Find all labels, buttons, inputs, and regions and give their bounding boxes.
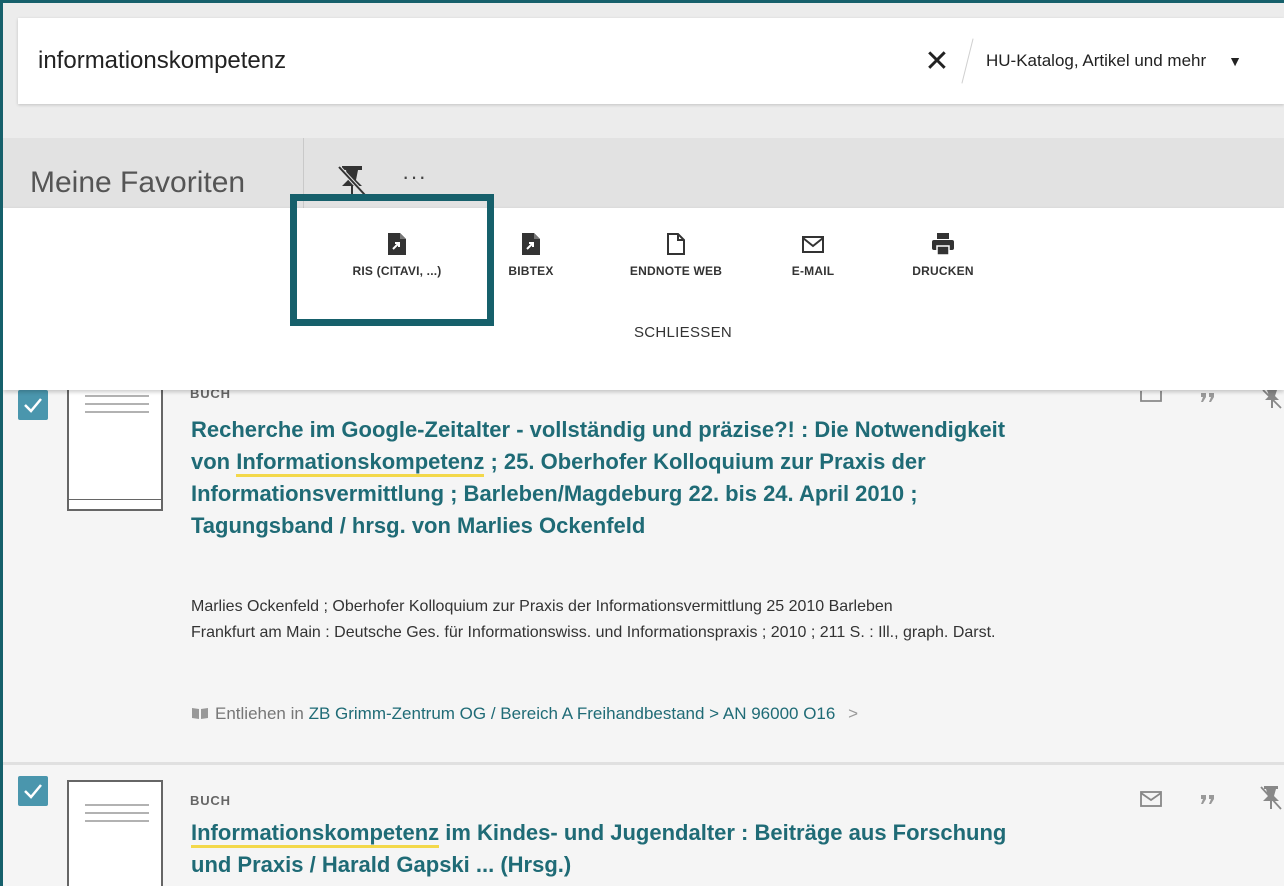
result-checkbox[interactable] — [18, 776, 48, 806]
file-export-icon — [522, 233, 540, 255]
availability-link[interactable]: Entliehen in ZB Grimm-Zentrum OG / Berei… — [191, 704, 858, 724]
unpin-icon — [1262, 389, 1282, 409]
export-email-label: E-MAIL — [791, 264, 835, 278]
search-term-highlight: Informationskompetenz — [191, 820, 440, 848]
cite-result-button[interactable] — [1199, 390, 1217, 408]
checkmark-icon — [24, 784, 42, 799]
unpin-icon — [1260, 786, 1282, 810]
unpin-result-button[interactable] — [1259, 785, 1283, 816]
printer-icon — [932, 233, 954, 256]
clear-search-button[interactable]: ✕ — [915, 39, 959, 83]
email-result-button[interactable] — [1139, 390, 1163, 408]
result-publication: Frankfurt am Main : Deutsche Ges. für In… — [191, 624, 996, 641]
more-dots-icon[interactable]: ··· — [402, 164, 427, 190]
cite-result-button[interactable] — [1199, 793, 1217, 811]
book-open-icon — [192, 708, 208, 719]
page-title: Meine Favoriten — [30, 166, 246, 199]
search-bar: ✕ HU-Katalog, Artikel und mehr ▼ — [18, 18, 1284, 104]
export-email-button[interactable]: E-MAIL — [773, 232, 853, 278]
export-endnote-label: ENDNOTE WEB — [629, 264, 723, 278]
quote-icon — [1201, 795, 1214, 804]
unpin-icon[interactable] — [336, 164, 368, 198]
export-bibtex-button[interactable]: BIBTEX — [491, 232, 571, 278]
print-button[interactable]: DRUCKEN — [898, 232, 988, 278]
search-input[interactable] — [18, 18, 915, 104]
document-icon — [667, 233, 685, 255]
result-type-label: BUCH — [190, 793, 231, 808]
header-divider — [303, 138, 304, 208]
result-item: BUCH Informationskompetenz im Kindes- un… — [3, 765, 1284, 886]
book-icon — [67, 371, 163, 511]
search-divider — [961, 38, 974, 84]
export-ris-button[interactable]: RIS (CITAVI, ...) — [325, 232, 469, 278]
email-result-button[interactable] — [1139, 789, 1163, 814]
print-label: DRUCKEN — [912, 264, 974, 278]
book-icon — [67, 780, 163, 886]
favorites-header: Meine Favoriten ··· — [3, 138, 1284, 208]
result-item: BUCH Recherche im Google-Zeitalter - vol… — [3, 371, 1284, 762]
availability-location: ZB Grimm-Zentrum OG / Bereich A Freihand… — [308, 704, 836, 723]
result-checkbox[interactable] — [18, 390, 48, 420]
close-panel-button[interactable]: SCHLIESSEN — [603, 324, 763, 341]
envelope-icon — [1140, 791, 1162, 807]
availability-prefix: Entliehen in — [215, 704, 309, 723]
result-authors: Marlies Ockenfeld ; Oberhofer Kolloquium… — [191, 598, 893, 615]
search-term-highlight: Informationskompetenz — [236, 449, 485, 477]
result-title-link[interactable]: Recherche im Google-Zeitalter - vollstän… — [191, 414, 1021, 542]
scope-select[interactable]: HU-Katalog, Artikel und mehr ▼ — [986, 18, 1284, 104]
scope-label: HU-Katalog, Artikel und mehr — [985, 51, 1207, 70]
export-endnote-button[interactable]: ENDNOTE WEB — [611, 232, 741, 278]
export-ris-label: RIS (CITAVI, ...) — [352, 264, 442, 278]
export-action-panel: RIS (CITAVI, ...) BIBTEX ENDNOTE WEB E-M… — [3, 208, 1284, 390]
result-title-link[interactable]: Informationskompetenz im Kindes- und Jug… — [191, 817, 1021, 881]
export-bibtex-label: BIBTEX — [508, 264, 554, 278]
checkmark-icon — [24, 398, 42, 413]
file-export-icon — [388, 233, 406, 255]
chevron-right-icon: > — [848, 704, 859, 723]
quote-icon — [1201, 393, 1214, 402]
chevron-down-icon: ▼ — [1228, 53, 1242, 69]
close-icon: ✕ — [924, 44, 950, 78]
envelope-icon — [802, 236, 824, 253]
unpin-result-button[interactable] — [1261, 389, 1283, 415]
envelope-icon — [1140, 391, 1162, 402]
